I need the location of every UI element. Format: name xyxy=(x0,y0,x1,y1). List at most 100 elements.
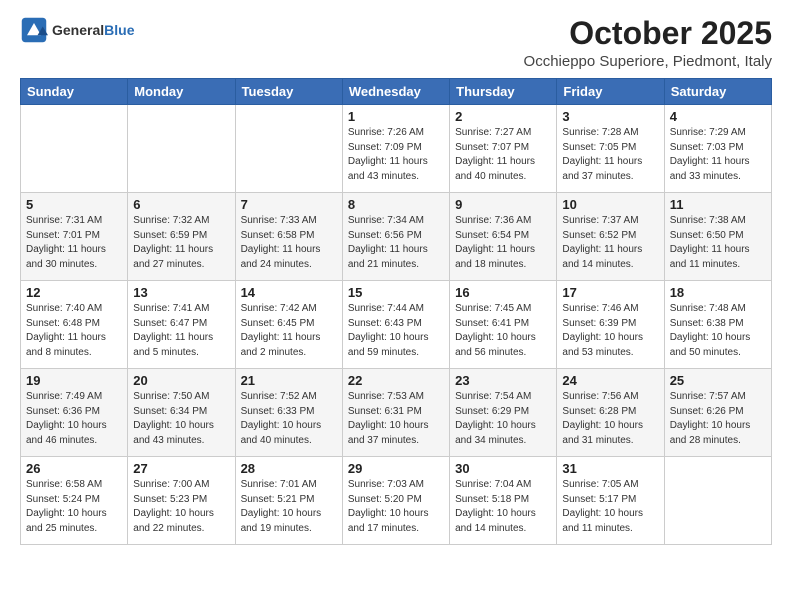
calendar-cell: 26 Sunrise: 6:58 AM Sunset: 5:24 PM Dayli… xyxy=(21,457,128,545)
calendar-cell xyxy=(235,105,342,193)
calendar-cell: 8 Sunrise: 7:34 AM Sunset: 6:56 PM Daylig… xyxy=(342,193,449,281)
day-info: Sunrise: 7:37 AM Sunset: 6:52 PM Dayligh… xyxy=(562,214,658,272)
calendar-table: SundayMondayTuesdayWednesdayThursdayFrid… xyxy=(20,78,772,545)
day-number: 22 xyxy=(348,373,444,388)
calendar-cell: 12Sunrise: 7:40 AM Sunset: 6:48 PM Dayli… xyxy=(21,281,128,369)
day-number: 18 xyxy=(670,285,766,300)
logo-general: GeneralBlue xyxy=(52,22,134,39)
calendar-cell: 24Sunrise: 7:56 AM Sunset: 6:28 PM Dayli… xyxy=(557,369,664,457)
day-number: 16 xyxy=(455,285,551,300)
day-info: Sunrise: 7:04 AM Sunset: 5:18 PM Dayligh… xyxy=(455,478,551,536)
day-number: 10 xyxy=(562,197,658,212)
calendar-cell: 17 Sunrise: 7:46 AM Sunset: 6:39 PM Dayli… xyxy=(557,281,664,369)
day-info: Sunrise: 7:28 AM Sunset: 7:05 PM Dayligh… xyxy=(562,126,658,184)
logo-blue-text: Blue xyxy=(104,22,134,38)
calendar-cell: 4Sunrise: 7:29 AM Sunset: 7:03 PM Daylig… xyxy=(664,105,771,193)
weekday-header-tuesday: Tuesday xyxy=(235,79,342,105)
calendar-cell: 14 Sunrise: 7:42 AM Sunset: 6:45 PM Dayli… xyxy=(235,281,342,369)
weekday-header-saturday: Saturday xyxy=(664,79,771,105)
day-number: 12 xyxy=(26,285,122,300)
day-info: Sunrise: 7:54 AM Sunset: 6:29 PM Dayligh… xyxy=(455,390,551,448)
day-number: 2 xyxy=(455,109,551,124)
day-number: 23 xyxy=(455,373,551,388)
day-info: Sunrise: 7:03 AM Sunset: 5:20 PM Dayligh… xyxy=(348,478,444,536)
day-number: 20 xyxy=(133,373,229,388)
month-title: October 2025 xyxy=(524,16,772,51)
calendar-cell: 6Sunrise: 7:32 AM Sunset: 6:59 PM Daylig… xyxy=(128,193,235,281)
day-info: Sunrise: 7:45 AM Sunset: 6:41 PM Dayligh… xyxy=(455,302,551,360)
logo-icon xyxy=(20,16,48,44)
week-row-5: 26 Sunrise: 6:58 AM Sunset: 5:24 PM Dayli… xyxy=(21,457,772,545)
calendar-cell: 10 Sunrise: 7:37 AM Sunset: 6:52 PM Dayli… xyxy=(557,193,664,281)
day-number: 1 xyxy=(348,109,444,124)
day-info: Sunrise: 7:53 AM Sunset: 6:31 PM Dayligh… xyxy=(348,390,444,448)
day-info: Sunrise: 7:44 AM Sunset: 6:43 PM Dayligh… xyxy=(348,302,444,360)
day-info: Sunrise: 7:34 AM Sunset: 6:56 PM Dayligh… xyxy=(348,214,444,272)
calendar-cell: 23 Sunrise: 7:54 AM Sunset: 6:29 PM Dayli… xyxy=(450,369,557,457)
day-number: 9 xyxy=(455,197,551,212)
week-row-1: 1 Sunrise: 7:26 AM Sunset: 7:09 PM Daylig… xyxy=(21,105,772,193)
day-info: Sunrise: 7:46 AM Sunset: 6:39 PM Dayligh… xyxy=(562,302,658,360)
day-number: 11 xyxy=(670,197,766,212)
day-info: Sunrise: 6:58 AM Sunset: 5:24 PM Dayligh… xyxy=(26,478,122,536)
calendar-cell: 9 Sunrise: 7:36 AM Sunset: 6:54 PM Daylig… xyxy=(450,193,557,281)
day-number: 17 xyxy=(562,285,658,300)
day-info: Sunrise: 7:26 AM Sunset: 7:09 PM Dayligh… xyxy=(348,126,444,184)
day-number: 28 xyxy=(241,461,337,476)
weekday-header-row: SundayMondayTuesdayWednesdayThursdayFrid… xyxy=(21,79,772,105)
calendar-cell: 16 Sunrise: 7:45 AM Sunset: 6:41 PM Dayli… xyxy=(450,281,557,369)
logo-text: GeneralBlue xyxy=(52,22,134,39)
day-number: 6 xyxy=(133,197,229,212)
weekday-header-monday: Monday xyxy=(128,79,235,105)
calendar-cell: 21Sunrise: 7:52 AM Sunset: 6:33 PM Dayli… xyxy=(235,369,342,457)
day-number: 26 xyxy=(26,461,122,476)
day-number: 15 xyxy=(348,285,444,300)
calendar-cell xyxy=(128,105,235,193)
day-number: 29 xyxy=(348,461,444,476)
day-number: 13 xyxy=(133,285,229,300)
weekday-header-friday: Friday xyxy=(557,79,664,105)
day-info: Sunrise: 7:49 AM Sunset: 6:36 PM Dayligh… xyxy=(26,390,122,448)
day-info: Sunrise: 7:36 AM Sunset: 6:54 PM Dayligh… xyxy=(455,214,551,272)
day-info: Sunrise: 7:57 AM Sunset: 6:26 PM Dayligh… xyxy=(670,390,766,448)
calendar-cell: 28 Sunrise: 7:01 AM Sunset: 5:21 PM Dayli… xyxy=(235,457,342,545)
calendar-cell: 2Sunrise: 7:27 AM Sunset: 7:07 PM Daylig… xyxy=(450,105,557,193)
day-number: 19 xyxy=(26,373,122,388)
calendar-cell: 11 Sunrise: 7:38 AM Sunset: 6:50 PM Dayli… xyxy=(664,193,771,281)
calendar-cell: 22 Sunrise: 7:53 AM Sunset: 6:31 PM Dayli… xyxy=(342,369,449,457)
calendar-cell: 19 Sunrise: 7:49 AM Sunset: 6:36 PM Dayli… xyxy=(21,369,128,457)
day-info: Sunrise: 7:42 AM Sunset: 6:45 PM Dayligh… xyxy=(241,302,337,360)
week-row-4: 19 Sunrise: 7:49 AM Sunset: 6:36 PM Dayli… xyxy=(21,369,772,457)
calendar-cell: 7 Sunrise: 7:33 AM Sunset: 6:58 PM Daylig… xyxy=(235,193,342,281)
day-info: Sunrise: 7:33 AM Sunset: 6:58 PM Dayligh… xyxy=(241,214,337,272)
page-header: GeneralBlue October 2025 Occhieppo Super… xyxy=(20,16,772,70)
day-info: Sunrise: 7:01 AM Sunset: 5:21 PM Dayligh… xyxy=(241,478,337,536)
day-info: Sunrise: 7:52 AM Sunset: 6:33 PM Dayligh… xyxy=(241,390,337,448)
calendar-cell: 3Sunrise: 7:28 AM Sunset: 7:05 PM Daylig… xyxy=(557,105,664,193)
calendar-cell: 31Sunrise: 7:05 AM Sunset: 5:17 PM Dayli… xyxy=(557,457,664,545)
weekday-header-thursday: Thursday xyxy=(450,79,557,105)
day-number: 24 xyxy=(562,373,658,388)
day-number: 8 xyxy=(348,197,444,212)
calendar-cell: 29 Sunrise: 7:03 AM Sunset: 5:20 PM Dayli… xyxy=(342,457,449,545)
calendar-cell: 1 Sunrise: 7:26 AM Sunset: 7:09 PM Daylig… xyxy=(342,105,449,193)
title-area: October 2025 Occhieppo Superiore, Piedmo… xyxy=(524,16,772,70)
calendar-cell: 30 Sunrise: 7:04 AM Sunset: 5:18 PM Dayli… xyxy=(450,457,557,545)
day-info: Sunrise: 7:48 AM Sunset: 6:38 PM Dayligh… xyxy=(670,302,766,360)
week-row-3: 12Sunrise: 7:40 AM Sunset: 6:48 PM Dayli… xyxy=(21,281,772,369)
day-info: Sunrise: 7:31 AM Sunset: 7:01 PM Dayligh… xyxy=(26,214,122,272)
day-number: 30 xyxy=(455,461,551,476)
weekday-header-wednesday: Wednesday xyxy=(342,79,449,105)
day-number: 14 xyxy=(241,285,337,300)
location-title: Occhieppo Superiore, Piedmont, Italy xyxy=(524,53,772,70)
day-info: Sunrise: 7:05 AM Sunset: 5:17 PM Dayligh… xyxy=(562,478,658,536)
logo: GeneralBlue xyxy=(20,16,134,44)
day-number: 27 xyxy=(133,461,229,476)
day-info: Sunrise: 7:00 AM Sunset: 5:23 PM Dayligh… xyxy=(133,478,229,536)
calendar-cell: 18 Sunrise: 7:48 AM Sunset: 6:38 PM Dayli… xyxy=(664,281,771,369)
calendar-cell: 13Sunrise: 7:41 AM Sunset: 6:47 PM Dayli… xyxy=(128,281,235,369)
day-number: 25 xyxy=(670,373,766,388)
day-number: 7 xyxy=(241,197,337,212)
day-number: 4 xyxy=(670,109,766,124)
day-info: Sunrise: 7:38 AM Sunset: 6:50 PM Dayligh… xyxy=(670,214,766,272)
